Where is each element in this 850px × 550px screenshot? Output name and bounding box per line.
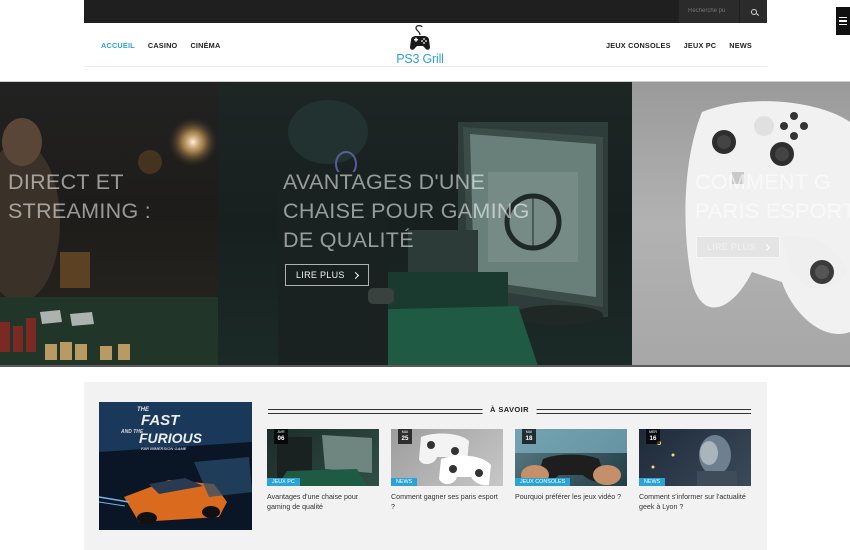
main-nav: ACCUEIL CASINO CINÉMA PS3 Grill JEUX CON… — [84, 23, 767, 67]
feature-text-fast: FAST — [141, 412, 181, 429]
read-more-button[interactable]: LIRE PLUS — [696, 236, 780, 258]
article-thumbnail[interactable]: MER 16 NEWS — [639, 429, 751, 486]
page: ACCUEIL CASINO CINÉMA PS3 Grill JEUX CON… — [0, 0, 850, 550]
article-title[interactable]: Comment s'informer sur l'actualité geek … — [639, 492, 751, 513]
category-badge[interactable]: JEUX CONSOLES — [515, 478, 571, 486]
slide-title[interactable]: AVANTAGES D'UNE CHAISE POUR GAMING DE QU… — [283, 168, 530, 255]
article-thumbnail[interactable]: MAI 18 JEUX CONSOLES — [515, 429, 627, 486]
site-logo[interactable]: PS3 Grill — [393, 23, 447, 67]
nav-item-cinema[interactable]: CINÉMA — [190, 41, 220, 50]
article-card[interactable]: MAI 25 NEWS Comment gagner ses paris esp… — [391, 429, 503, 513]
nav-item-jeux-pc[interactable]: JEUX PC — [684, 41, 717, 50]
hamburger-icon — [839, 16, 847, 19]
slide-title[interactable]: COMMENT G PARIS ESPORT — [695, 168, 850, 226]
article-title[interactable]: Pourquoi préférer les jeux vidéo ? — [515, 492, 627, 502]
chevron-right-icon — [762, 243, 770, 251]
menu-toggle-button[interactable] — [836, 7, 850, 35]
search-icon — [750, 8, 757, 15]
article-card[interactable]: AVR 06 JEUX PC Avantages d'une chaise po… — [267, 429, 379, 513]
date-badge: AVR 06 — [274, 429, 288, 444]
article-title[interactable]: Comment gagner ses paris esport ? — [391, 492, 503, 513]
logo-text: PS3 Grill — [396, 52, 444, 66]
article-thumbnail[interactable]: MAI 25 NEWS — [391, 429, 503, 486]
slide-streaming[interactable]: DIRECT ET STREAMING : — [0, 82, 218, 365]
chevron-right-icon — [351, 271, 359, 279]
date-badge: MER 16 — [646, 429, 660, 444]
article-title[interactable]: Avantages d'une chaise pour gaming de qu… — [267, 492, 379, 513]
category-badge[interactable]: NEWS — [639, 478, 666, 486]
search-button[interactable] — [739, 0, 767, 23]
feature-text-subtitle: FAR IMMERSION GAME — [141, 446, 187, 451]
nav-item-news[interactable]: NEWS — [729, 41, 752, 50]
featured-article-image[interactable]: THE FAST AND THE FURIOUS FAR IMMERSION G… — [99, 402, 252, 530]
a-savoir-section: THE FAST AND THE FURIOUS FAR IMMERSION G… — [84, 382, 767, 550]
article-card[interactable]: MER 16 NEWS Comment s'informer sur l'act… — [639, 429, 751, 513]
date-badge: MAI 18 — [522, 429, 536, 444]
article-card[interactable]: MAI 18 JEUX CONSOLES Pourquoi préférer l… — [515, 429, 627, 502]
search-input[interactable] — [679, 0, 739, 23]
read-more-button[interactable]: LIRE PLUS — [285, 264, 369, 286]
slide-title[interactable]: DIRECT ET STREAMING : — [8, 168, 151, 226]
nav-left: ACCUEIL CASINO CINÉMA — [101, 23, 220, 67]
hero-slider: DIRECT ET STREAMING : AVANTAGES D'UNE CH… — [0, 81, 850, 367]
date-badge: MAI 25 — [398, 429, 412, 444]
gamepad-icon — [410, 25, 430, 50]
category-badge[interactable]: JEUX PC — [267, 478, 300, 486]
slide-gaming-chair[interactable]: AVANTAGES D'UNE CHAISE POUR GAMING DE QU… — [218, 82, 632, 365]
nav-item-jeux-consoles[interactable]: JEUX CONSOLES — [606, 41, 671, 50]
feature-text-furious: FURIOUS — [139, 430, 203, 446]
category-badge[interactable]: NEWS — [391, 478, 418, 486]
slide-esport[interactable]: COMMENT G PARIS ESPORT LIRE PLUS — [632, 82, 850, 365]
nav-item-casino[interactable]: CASINO — [148, 41, 178, 50]
fast-furious-image: THE FAST AND THE FURIOUS FAR IMMERSION G… — [99, 402, 252, 530]
block-header: À SAVOIR — [268, 405, 751, 416]
top-bar — [84, 0, 767, 23]
nav-item-accueil[interactable]: ACCUEIL — [101, 41, 135, 50]
nav-right: JEUX CONSOLES JEUX PC NEWS — [606, 23, 752, 67]
block-title: À SAVOIR — [482, 405, 537, 414]
article-thumbnail[interactable]: AVR 06 JEUX PC — [267, 429, 379, 486]
